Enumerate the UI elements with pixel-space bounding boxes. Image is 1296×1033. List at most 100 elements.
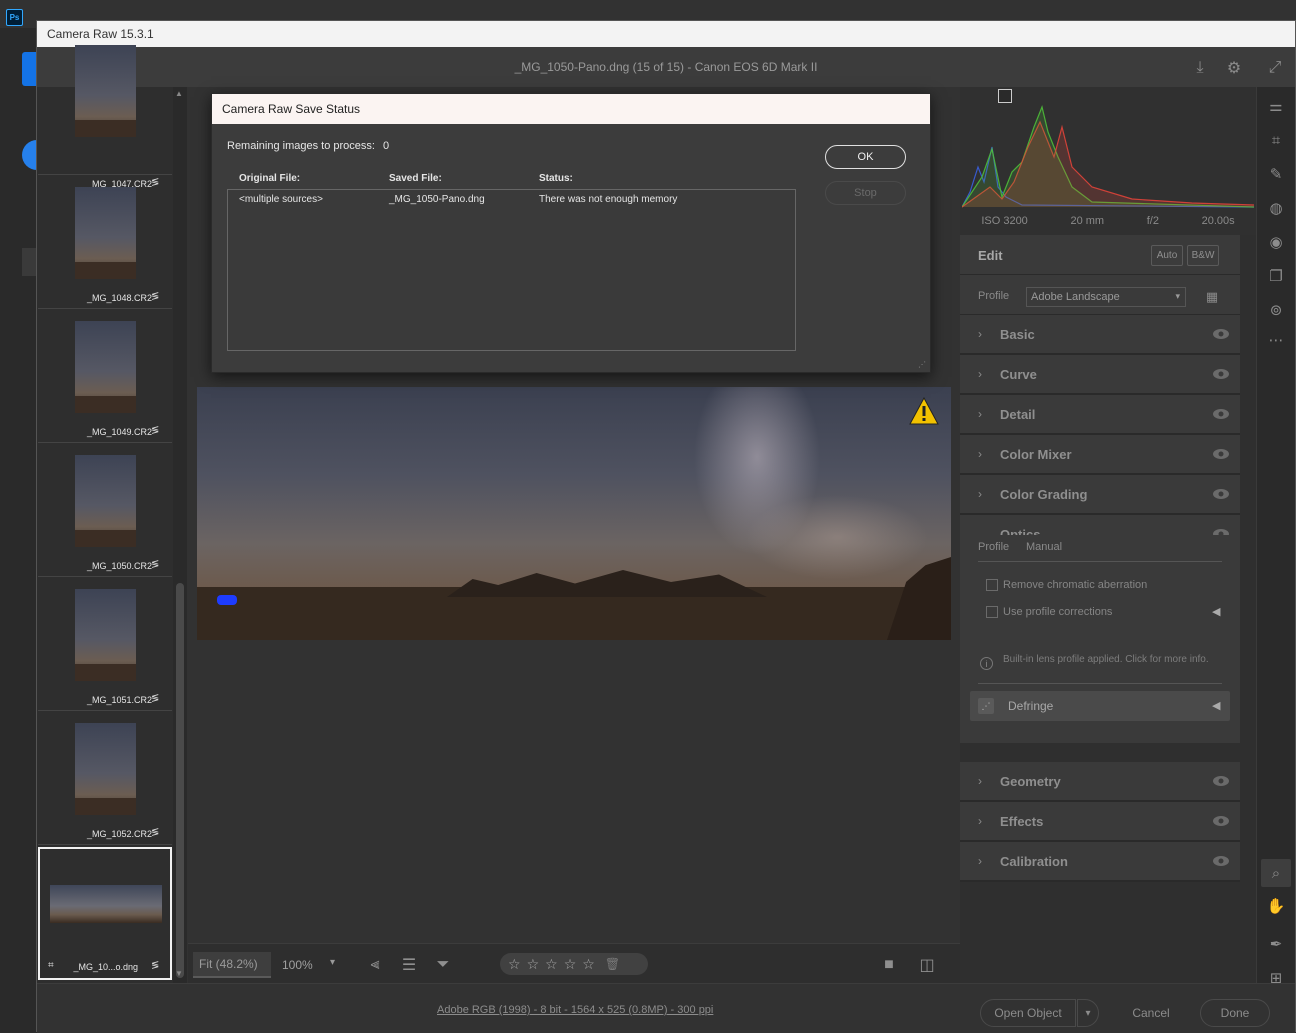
divider: [978, 561, 1222, 562]
stop-button[interactable]: Stop: [825, 181, 906, 205]
defringe-row[interactable]: ⋰ Defringe ◀: [970, 691, 1230, 721]
defringe-label: Defringe: [1008, 699, 1054, 713]
ok-button[interactable]: OK: [825, 145, 906, 169]
use-profile-corrections-checkbox[interactable]: [986, 606, 998, 618]
open-object-button[interactable]: Open Object: [980, 999, 1076, 1027]
shutter-value: 20.00s: [1201, 215, 1235, 227]
filmstrip-scrollbar[interactable]: ▲ ▼: [173, 87, 187, 983]
star-icon[interactable]: ☆: [508, 956, 521, 973]
expand-left-icon[interactable]: ◀: [1212, 605, 1220, 618]
section-geometry[interactable]: › Geometry: [960, 762, 1240, 802]
section-curve[interactable]: › Curve: [960, 355, 1240, 395]
image-header-title: _MG_1050-Pano.dng (15 of 15) - Canon EOS…: [514, 60, 818, 74]
hand-tool-icon[interactable]: ✋: [1265, 895, 1287, 917]
filmstrip-item[interactable]: _MG_1049.CR2 ≶: [38, 310, 172, 443]
profile-row: Profile Adobe Landscape ▾ ▦: [960, 275, 1240, 315]
trash-icon[interactable]: 🗑: [605, 957, 620, 971]
chevron-right-icon: ›: [978, 814, 982, 828]
more-options-icon[interactable]: ⋯: [1265, 329, 1287, 351]
scrollbar-thumb[interactable]: [176, 583, 184, 978]
settings-gear-icon[interactable]: ⚙: [1223, 57, 1245, 79]
bw-button[interactable]: B&W: [1187, 245, 1219, 266]
filmstrip-item-name: _MG_1052.CR2: [86, 829, 152, 839]
zoom-100-button[interactable]: 100%: [274, 952, 348, 978]
remove-ca-checkbox[interactable]: [986, 579, 998, 591]
edit-sliders-icon[interactable]: ⚌: [1265, 95, 1287, 117]
eye-icon[interactable]: [1212, 367, 1230, 381]
filmstrip-item[interactable]: _MG_1052.CR2 ≶: [38, 712, 172, 845]
histogram: ISO 3200 20 mm f/2 20.00s: [960, 87, 1288, 235]
open-menu-chevron-icon[interactable]: ▾: [1077, 999, 1099, 1027]
resize-grip-icon[interactable]: ⋰: [918, 360, 926, 369]
workflow-options-link[interactable]: Adobe RGB (1998) - 8 bit - 1564 x 525 (0…: [437, 1004, 713, 1016]
histogram-graph: [962, 105, 1254, 208]
filmstrip-item-name: _MG_1049.CR2: [86, 427, 152, 437]
save-icon[interactable]: ⤓: [1189, 57, 1211, 79]
star-icon[interactable]: ☆: [582, 956, 595, 973]
filmstrip-toggle-icon[interactable]: ⫷: [364, 954, 386, 976]
eye-icon[interactable]: [1212, 774, 1230, 788]
cancel-button[interactable]: Cancel: [1117, 999, 1185, 1027]
filmstrip-item[interactable]: _MG_1048.CR2 ≶: [38, 176, 172, 309]
filmstrip-item[interactable]: _MG_1047.CR2 ≶: [38, 42, 172, 189]
eye-icon[interactable]: [1212, 814, 1230, 828]
star-icon[interactable]: ☆: [545, 956, 558, 973]
zoom-tool-icon[interactable]: ⌕: [1265, 862, 1287, 884]
scroll-up-icon[interactable]: ▲: [175, 89, 183, 98]
snapshots-icon[interactable]: ❐: [1265, 265, 1287, 287]
section-effects[interactable]: › Effects: [960, 802, 1240, 842]
section-calibration[interactable]: › Calibration: [960, 842, 1240, 882]
section-basic[interactable]: › Basic: [960, 315, 1240, 355]
image-header: _MG_1050-Pano.dng (15 of 15) - Canon EOS…: [37, 47, 1295, 87]
masking-icon[interactable]: ◍: [1265, 197, 1287, 219]
profile-label: Profile: [978, 290, 1010, 302]
aperture-value: f/2: [1146, 215, 1159, 227]
before-after-icon[interactable]: ◫: [916, 954, 938, 976]
filter-icon[interactable]: ⏷: [432, 954, 454, 976]
zoom-menu-chevron-icon[interactable]: ▾: [330, 957, 335, 968]
red-eye-icon[interactable]: ◉: [1265, 231, 1287, 253]
eye-icon[interactable]: [1212, 487, 1230, 501]
profile-select[interactable]: Adobe Landscape ▾: [1026, 287, 1186, 307]
done-button[interactable]: Done: [1200, 999, 1270, 1027]
thumbnail: [75, 589, 136, 681]
expand-left-icon[interactable]: ◀: [1212, 699, 1220, 712]
sort-icon[interactable]: ☰: [398, 954, 420, 976]
photoshop-left-panel: [0, 28, 38, 1032]
warning-icon[interactable]: [909, 397, 939, 425]
filmstrip-item[interactable]: _MG_1051.CR2 ≶: [38, 578, 172, 711]
eye-icon[interactable]: [1212, 854, 1230, 868]
chevron-right-icon: ›: [978, 487, 982, 501]
star-icon[interactable]: ☆: [527, 956, 540, 973]
crop-icon[interactable]: ⌗: [1265, 129, 1287, 151]
eye-icon[interactable]: [1212, 447, 1230, 461]
section-optics[interactable]: ⌄ Optics: [960, 515, 1240, 542]
tab-profile[interactable]: Profile: [978, 541, 1009, 553]
section-detail[interactable]: › Detail: [960, 395, 1240, 435]
eye-icon[interactable]: [1212, 327, 1230, 341]
section-label: Curve: [1000, 367, 1037, 382]
zoom-fit-button[interactable]: Fit (48.2%): [193, 952, 271, 978]
save-status-list[interactable]: <multiple sources> _MG_1050-Pano.dng The…: [227, 189, 796, 351]
auto-button[interactable]: Auto: [1151, 245, 1183, 266]
filmstrip-item-selected[interactable]: ⌗ _MG_10...o.dng ≶: [38, 847, 172, 980]
single-view-icon[interactable]: ■: [878, 954, 900, 976]
scroll-down-icon[interactable]: ▼: [175, 969, 183, 978]
panorama-image[interactable]: [197, 387, 951, 640]
info-icon[interactable]: i: [980, 657, 993, 670]
adjusted-icon: ≶: [151, 827, 160, 838]
right-toolbar: ⚌ ⌗ ✎ ◍ ◉ ❐ ⊚ ⋯ ⌕ ✋ ✒ ⊞: [1256, 87, 1295, 987]
presets-icon[interactable]: ⊚: [1265, 299, 1287, 321]
section-color-mixer[interactable]: › Color Mixer: [960, 435, 1240, 475]
section-color-grading[interactable]: › Color Grading: [960, 475, 1240, 515]
filmstrip-item[interactable]: _MG_1050.CR2 ≶: [38, 444, 172, 577]
healing-icon[interactable]: ✎: [1265, 163, 1287, 185]
profile-browser-icon[interactable]: ▦: [1202, 287, 1222, 307]
lens-profile-info[interactable]: Built-in lens profile applied. Click for…: [1003, 654, 1213, 665]
white-balance-tool-icon[interactable]: ✒: [1265, 933, 1287, 955]
eye-icon[interactable]: [1212, 407, 1230, 421]
shadow-clipping-icon[interactable]: [998, 89, 1012, 103]
fullscreen-icon[interactable]: ⤢: [1264, 57, 1286, 79]
tab-manual[interactable]: Manual: [1026, 541, 1062, 553]
star-icon[interactable]: ☆: [564, 956, 577, 973]
